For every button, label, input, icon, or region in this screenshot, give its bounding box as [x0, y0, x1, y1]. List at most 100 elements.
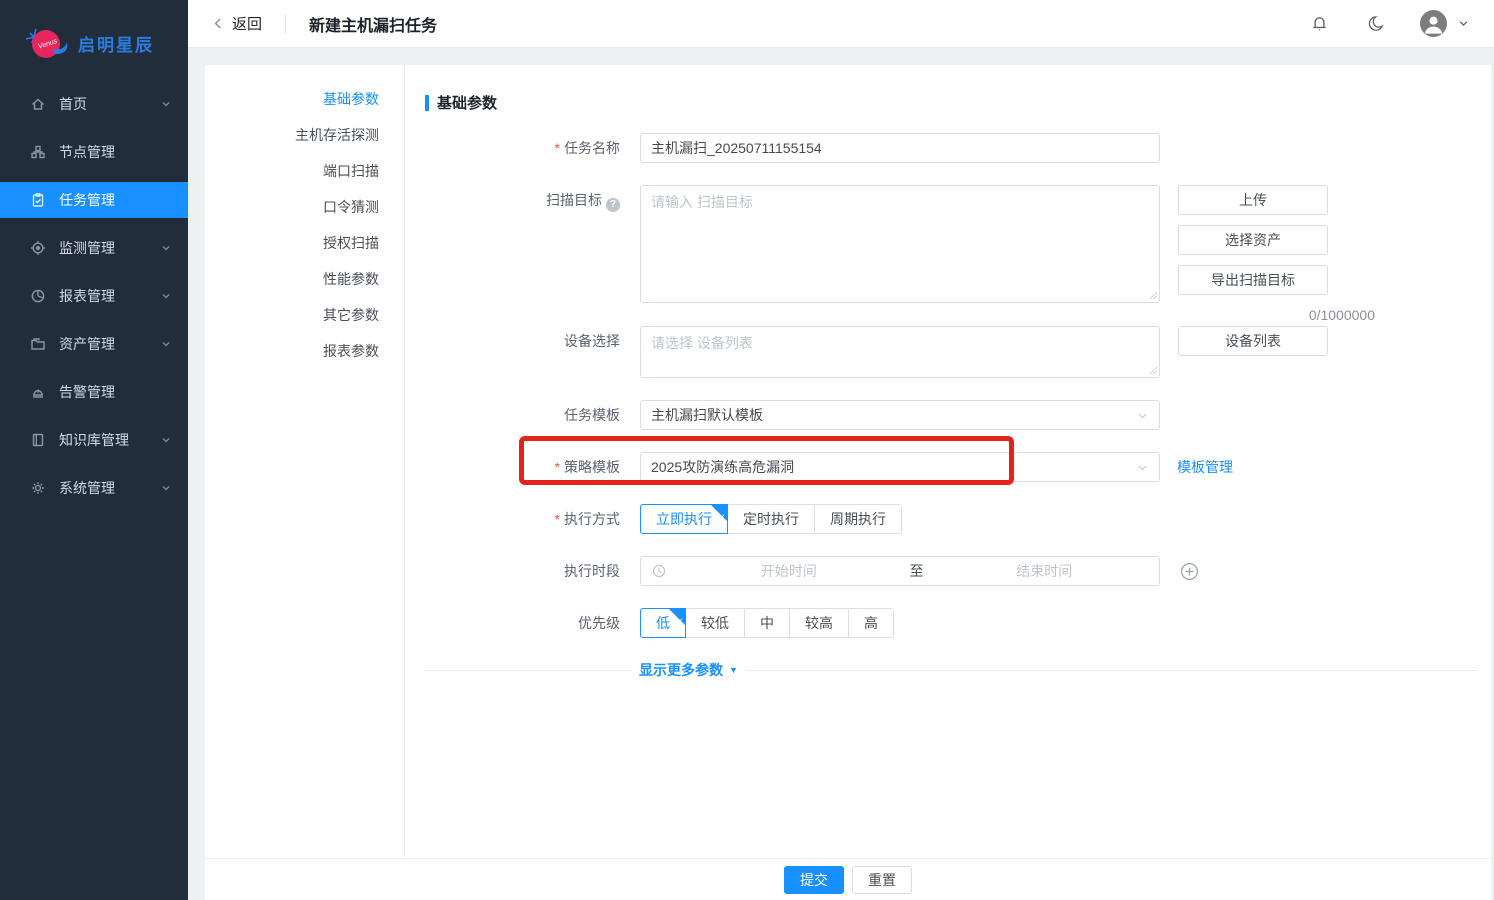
page-title: 新建主机漏扫任务: [309, 12, 437, 36]
select-assets-button[interactable]: 选择资产: [1178, 225, 1328, 255]
anchor-performance[interactable]: 性能参数: [205, 271, 404, 287]
anchor-auth-scan[interactable]: 授权扫描: [205, 235, 404, 251]
time-range-input[interactable]: 开始时间 至 结束时间: [640, 556, 1160, 586]
sidebar-item-assets[interactable]: 资产管理: [0, 326, 188, 362]
priority-label: 优先级: [425, 608, 640, 638]
caret-down-icon: ▼: [729, 665, 738, 675]
device-list-button[interactable]: 设备列表: [1178, 326, 1328, 356]
sidebar: Venus 启明星辰 首页 节点管理 任务管理 监测管理 报表管理: [0, 0, 188, 900]
brand-name: 启明星辰: [78, 31, 154, 56]
anchor-basic-params[interactable]: 基础参数: [205, 91, 404, 107]
sidebar-item-label: 首页: [59, 94, 87, 114]
scan-target-textarea[interactable]: [640, 185, 1160, 303]
sidebar-item-label: 系统管理: [59, 478, 115, 498]
anchor-port-scan[interactable]: 端口扫描: [205, 163, 404, 179]
priority-option-medium[interactable]: 中: [744, 608, 790, 638]
exec-period-row: 执行时段 开始时间 至 结束时间: [425, 556, 1477, 586]
target-icon: [30, 240, 46, 256]
logo-mark-icon: Venus: [24, 23, 70, 63]
time-separator: 至: [904, 561, 930, 581]
help-icon[interactable]: [606, 198, 620, 212]
chevron-down-icon: [160, 338, 172, 350]
scan-target-buttons: 上传 选择资产 导出扫描目标: [1178, 185, 1328, 295]
sidebar-item-label: 报表管理: [59, 286, 115, 306]
clock-icon: [652, 564, 666, 578]
back-button[interactable]: 返回: [212, 13, 262, 34]
top-header: 返回 新建主机漏扫任务: [188, 0, 1494, 48]
template-manage-link[interactable]: 模板管理: [1177, 452, 1233, 482]
chevron-down-icon: [160, 242, 172, 254]
option-label: 高: [864, 615, 878, 631]
end-time-placeholder[interactable]: 结束时间: [930, 561, 1160, 581]
anchor-host-alive[interactable]: 主机存活探测: [205, 127, 404, 143]
upload-button[interactable]: 上传: [1178, 185, 1328, 215]
chevron-down-icon: [1136, 409, 1149, 422]
dark-mode-moon-icon[interactable]: [1366, 14, 1386, 34]
scan-target-row: 扫描目标 0/1000000 上传 选择资产 导出扫描目标: [425, 185, 1477, 323]
policy-template-select[interactable]: 2025攻防演练高危漏洞: [640, 452, 1160, 482]
sidebar-item-system[interactable]: 系统管理: [0, 470, 188, 506]
sidebar-item-report[interactable]: 报表管理: [0, 278, 188, 314]
option-label: 较低: [701, 615, 729, 631]
anchor-other-params[interactable]: 其它参数: [205, 307, 404, 323]
reset-button[interactable]: 重置: [852, 866, 912, 894]
task-name-label: *任务名称: [425, 133, 640, 163]
option-label: 中: [760, 615, 774, 631]
task-template-label: 任务模板: [425, 400, 640, 430]
book-icon: [30, 432, 46, 448]
required-asterisk: *: [555, 140, 560, 156]
chevron-left-icon: [212, 17, 225, 30]
sidebar-item-knowledge[interactable]: 知识库管理: [0, 422, 188, 458]
required-asterisk: *: [555, 511, 560, 527]
export-targets-button[interactable]: 导出扫描目标: [1178, 265, 1328, 295]
option-label: 较高: [805, 615, 833, 631]
gear-icon: [30, 480, 46, 496]
option-label: 低: [656, 615, 670, 631]
option-label: 周期执行: [830, 511, 886, 527]
sidebar-item-label: 知识库管理: [59, 430, 129, 450]
priority-option-low[interactable]: 低: [640, 608, 686, 638]
notification-bell-icon[interactable]: [1309, 13, 1330, 34]
exec-mode-group: 立即执行 定时执行 周期执行: [640, 504, 902, 534]
policy-template-row: *策略模板 2025攻防演练高危漏洞 模板管理: [425, 452, 1477, 482]
exec-mode-option-scheduled[interactable]: 定时执行: [727, 504, 815, 534]
device-select-row: 设备选择 设备列表: [425, 326, 1477, 378]
section-anchor-nav: 基础参数 主机存活探测 端口扫描 口令猜测 授权扫描 性能参数 其它参数 报表参…: [205, 65, 405, 900]
sidebar-item-nodes[interactable]: 节点管理: [0, 134, 188, 170]
submit-button[interactable]: 提交: [784, 866, 844, 894]
nodes-icon: [30, 144, 46, 160]
chevron-down-icon: [160, 482, 172, 494]
tasks-icon: [30, 192, 46, 208]
chevron-down-icon: [160, 98, 172, 110]
sidebar-item-label: 节点管理: [59, 142, 115, 162]
task-template-select[interactable]: 主机漏扫默认模板: [640, 400, 1160, 430]
priority-option-higher[interactable]: 较高: [789, 608, 849, 638]
show-more-params-link[interactable]: 显示更多参数 ▼: [639, 660, 738, 680]
header-actions: [1309, 10, 1470, 37]
add-time-range-icon[interactable]: [1179, 561, 1200, 582]
anchor-report-params[interactable]: 报表参数: [205, 343, 404, 359]
priority-option-high[interactable]: 高: [848, 608, 894, 638]
divider-line: [746, 670, 1477, 671]
folder-icon: [30, 336, 46, 352]
exec-mode-row: *执行方式 立即执行 定时执行 周期执行: [425, 504, 1477, 534]
header-divider: [285, 15, 286, 33]
device-select-textarea[interactable]: [640, 326, 1160, 378]
chevron-down-icon[interactable]: [1457, 17, 1470, 30]
task-name-input[interactable]: [640, 133, 1160, 163]
task-template-row: 任务模板 主机漏扫默认模板: [425, 400, 1477, 430]
exec-mode-option-immediate[interactable]: 立即执行: [640, 504, 728, 534]
sidebar-item-monitor[interactable]: 监测管理: [0, 230, 188, 266]
exec-mode-option-periodic[interactable]: 周期执行: [814, 504, 902, 534]
device-buttons: 设备列表: [1178, 326, 1328, 356]
check-icon: [676, 608, 684, 635]
anchor-password-guess[interactable]: 口令猜测: [205, 199, 404, 215]
sidebar-item-tasks[interactable]: 任务管理: [0, 182, 188, 218]
user-avatar[interactable]: [1420, 10, 1447, 37]
start-time-placeholder[interactable]: 开始时间: [674, 561, 904, 581]
sidebar-item-home[interactable]: 首页: [0, 86, 188, 122]
sidebar-item-alarm[interactable]: 告警管理: [0, 374, 188, 410]
sidebar-item-label: 监测管理: [59, 238, 115, 258]
pie-chart-icon: [30, 288, 46, 304]
priority-option-lower[interactable]: 较低: [685, 608, 745, 638]
